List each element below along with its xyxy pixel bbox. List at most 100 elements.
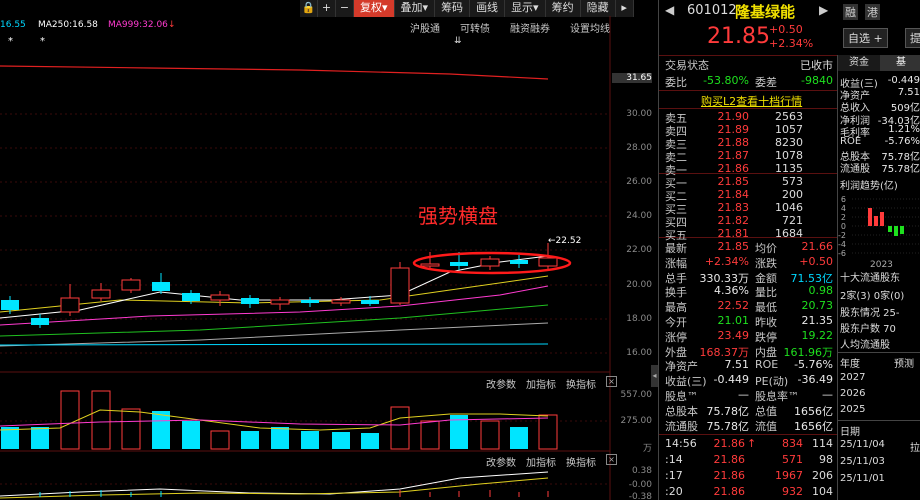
stock-header: ◀ 601012 隆基绿能 ▶ 融 港	[659, 0, 920, 22]
ask-price[interactable]: 21.86	[713, 162, 750, 175]
divider	[838, 352, 920, 353]
volume-bar	[182, 421, 200, 449]
stat-value: 161.96万	[783, 345, 834, 359]
fin-tab-ji[interactable]: 基	[880, 55, 920, 71]
candle-body	[182, 293, 200, 301]
volume-axis-unit: 万	[642, 444, 652, 454]
weicha-value: -9840	[801, 74, 833, 87]
fin-value: 1.21%	[888, 123, 920, 135]
candle-body	[480, 258, 500, 267]
ask-volume: 1135	[775, 162, 803, 175]
stat-value: -36.49	[797, 373, 833, 387]
collapse-tab-icon[interactable]: ◂	[651, 365, 658, 387]
volume-close-icon[interactable]: ×	[606, 376, 617, 387]
bid-price[interactable]: 21.84	[713, 188, 750, 201]
holders-title: 十大流通股东	[840, 273, 900, 284]
ask-price[interactable]: 21.90	[713, 110, 750, 123]
date-1: 25/11/03	[840, 456, 885, 467]
profit-bar	[880, 212, 884, 226]
stat-label: 跌停	[755, 330, 777, 344]
bid-price[interactable]: 21.83	[713, 201, 750, 214]
macd-panel-menu: 改参数 加指标 换指标 ×	[486, 454, 617, 469]
tick-time: 14:56	[665, 437, 697, 450]
volume-bar	[510, 427, 528, 449]
kline-svg[interactable]	[0, 0, 658, 500]
candle-body	[538, 257, 558, 267]
macd-axis-bottom: -0.38	[628, 492, 652, 500]
holders-row1: 2家(3) 0家(0)	[840, 291, 905, 302]
fin-tab-zijin[interactable]: 资金	[838, 55, 880, 71]
stat-label: 涨跌	[755, 256, 777, 270]
stat-label: 换手	[665, 286, 687, 300]
volume-bar	[361, 433, 379, 449]
stat-value: 4.36%	[714, 284, 749, 298]
next-stock-icon[interactable]: ▶	[819, 3, 828, 17]
price-axis-label: 31.65	[612, 73, 652, 83]
bid-price[interactable]: 21.85	[713, 175, 750, 188]
price-axis-label: 28.00	[626, 143, 652, 153]
volume-bar	[60, 390, 80, 450]
ask-price[interactable]: 21.88	[713, 136, 750, 149]
holders-row3: 股东户数 70	[840, 324, 896, 335]
tick-time: :17	[665, 469, 683, 482]
rong-badge[interactable]: 融	[843, 4, 858, 20]
macd-close-icon[interactable]: ×	[606, 454, 617, 465]
forecast-header-value: 预测	[894, 359, 914, 370]
volume-bar	[301, 431, 319, 449]
l2-link[interactable]: 购买L2查看十档行情	[701, 93, 802, 109]
raise-button[interactable]: 提	[905, 28, 920, 48]
volume-jiazhibiao[interactable]: 加指标	[526, 376, 556, 391]
stat-label: 量比	[755, 286, 777, 300]
stat-value: 23.49	[717, 328, 750, 342]
macd-jiazhibiao[interactable]: 加指标	[526, 454, 556, 469]
price-axis-label: 16.00	[626, 348, 652, 358]
divider	[659, 55, 837, 56]
volume-bar	[241, 431, 259, 449]
holders-row2: 股东情况 25-	[840, 308, 900, 319]
macd-huanzhibiao[interactable]: 换指标	[566, 454, 596, 469]
add-watchlist-button[interactable]: 自选 +	[843, 28, 888, 48]
bid-price[interactable]: 21.82	[713, 214, 750, 227]
price-axis-label: 18.00	[626, 314, 652, 324]
stat-value: -5.76%	[794, 358, 833, 372]
price-tag-arrow-icon: ←	[548, 236, 556, 246]
annotation-text: 强势横盘	[418, 204, 498, 228]
price-axis-label: 30.00	[626, 109, 652, 119]
volume-gaicanshu[interactable]: 改参数	[486, 376, 516, 391]
candle-body	[31, 318, 49, 325]
stock-name: 隆基绿能	[735, 3, 796, 21]
ask-price[interactable]: 21.87	[713, 149, 750, 162]
profit-chart: 6420-2-4-6	[838, 195, 920, 258]
stat-value: —	[738, 388, 749, 401]
gang-badge[interactable]: 港	[865, 4, 880, 20]
fin-value: -0.449	[887, 75, 920, 86]
stat-value: 21.35	[801, 314, 834, 327]
ask-volume: 1057	[775, 123, 803, 136]
kline-chart-area[interactable]: 🔒 + − 复权▾ 叠加▾ 筹码 画线 显示▾ 筹约 隐藏 ▸ * * 16.55 MA250:16.…	[0, 0, 658, 500]
weibi-value: -53.80%	[703, 74, 749, 87]
ask-price[interactable]: 21.89	[713, 123, 750, 136]
bid-price[interactable]: 21.81	[713, 227, 750, 240]
profit-axis-label: -4	[838, 240, 846, 249]
stat-label: 最低	[755, 301, 777, 315]
stat-label: 内盘	[755, 345, 777, 359]
macd-gaicanshu[interactable]: 改参数	[486, 454, 516, 469]
stat-value: 71.53亿	[790, 271, 834, 285]
candle-body	[91, 289, 111, 299]
stat-value: 20.73	[801, 299, 834, 313]
stat-value: 7.51	[724, 358, 750, 372]
stat-label: 昨收	[755, 316, 777, 329]
holders-row4: 人均流通股	[840, 340, 890, 351]
volume-huanzhibiao[interactable]: 换指标	[566, 376, 596, 391]
tick-volume: 932	[782, 485, 803, 498]
prev-stock-icon[interactable]: ◀	[665, 3, 674, 17]
tick-arrow-icon: ↑	[747, 437, 757, 450]
price-change-pct: +2.34%	[769, 37, 814, 50]
price-tag-value: 22.52	[555, 236, 582, 246]
stat-value: 75.78亿	[706, 404, 750, 418]
stat-label: 总值	[755, 404, 777, 418]
candle-body	[152, 282, 170, 291]
price-axis-label: 22.00	[626, 245, 652, 255]
fin-label: 流通股	[840, 164, 870, 176]
macd-axis-mid: -0.00	[628, 480, 652, 490]
